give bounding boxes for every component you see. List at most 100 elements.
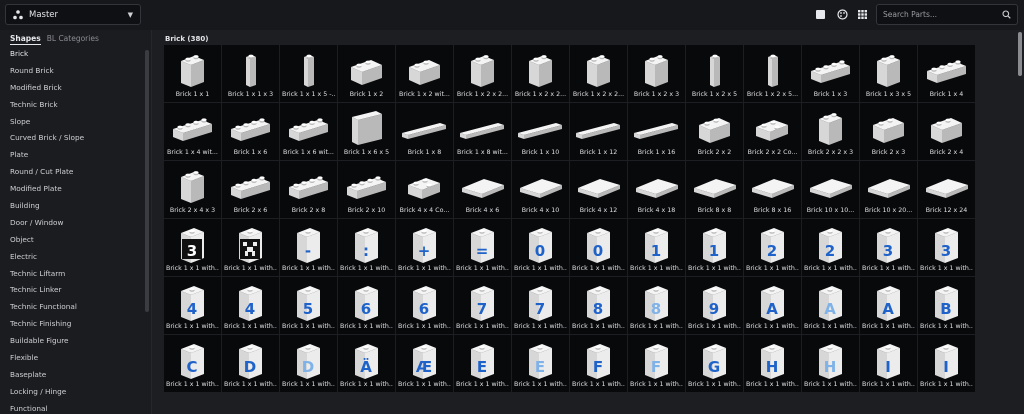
part-tile[interactable]: 7 Brick 1 x 1 with... [512, 277, 569, 334]
sidebar-item-technic-linker[interactable]: Technic Linker [0, 282, 151, 299]
sidebar-item-modified-plate[interactable]: Modified Plate [0, 181, 151, 198]
part-tile[interactable]: Brick 1 x 6 [222, 103, 279, 160]
sidebar-item-baseplate[interactable]: Baseplate [0, 367, 151, 384]
parts-scrollbar[interactable] [1018, 32, 1022, 76]
part-tile[interactable]: H Brick 1 x 1 with... [802, 335, 859, 392]
part-tile[interactable]: 1 Brick 1 x 1 with... [628, 219, 685, 276]
part-tile[interactable]: Ä Brick 1 x 1 with... [338, 335, 395, 392]
sidebar-item-functional[interactable]: Functional [0, 401, 151, 414]
part-tile[interactable]: Brick 1 x 2 x 3 [628, 45, 685, 102]
part-tile[interactable]: Brick 2 x 2 Co... [744, 103, 801, 160]
part-tile[interactable]: - Brick 1 x 1 with... [280, 219, 337, 276]
part-tile[interactable]: 9 Brick 1 x 1 with... [686, 277, 743, 334]
part-tile[interactable]: Brick 1 x 2 x 5 [686, 45, 743, 102]
part-tile[interactable]: Brick 1 x 2 x 2... [570, 45, 627, 102]
part-tile[interactable]: 0 Brick 1 x 1 with... [512, 219, 569, 276]
part-tile[interactable]: Brick 1 x 6 wit... [280, 103, 337, 160]
part-tile[interactable]: 3 Brick 1 x 1 with... [918, 219, 975, 276]
part-tile[interactable]: Æ Brick 1 x 1 with... [396, 335, 453, 392]
part-tile[interactable]: Brick 4 x 10 [512, 161, 569, 218]
part-tile[interactable]: Brick 1 x 2 x 2... [512, 45, 569, 102]
part-tile[interactable]: Brick 1 x 6 x 5 [338, 103, 395, 160]
part-tile[interactable]: Brick 2 x 4 [918, 103, 975, 160]
sidebar-item-object[interactable]: Object [0, 232, 151, 249]
sidebar-item-round-brick[interactable]: Round Brick [0, 63, 151, 80]
part-tile[interactable]: 4 Brick 1 x 1 with... [222, 277, 279, 334]
search-input[interactable] [883, 10, 993, 19]
sidebar-item-technic-functional[interactable]: Technic Functional [0, 299, 151, 316]
part-tile[interactable]: Brick 1 x 3 [802, 45, 859, 102]
part-tile[interactable]: Brick 1 x 16 [628, 103, 685, 160]
part-tile[interactable]: 5 Brick 1 x 1 with... [280, 277, 337, 334]
part-tile[interactable]: E Brick 1 x 1 with... [454, 335, 511, 392]
part-tile[interactable]: A Brick 1 x 1 with... [802, 277, 859, 334]
part-tile[interactable]: Brick 4 x 4 Co... [396, 161, 453, 218]
part-tile[interactable]: C Brick 1 x 1 with... [164, 335, 221, 392]
part-tile[interactable]: 7 Brick 1 x 1 with... [454, 277, 511, 334]
part-tile[interactable]: Brick 2 x 4 x 3 [164, 161, 221, 218]
part-tile[interactable]: 8 Brick 1 x 1 with... [628, 277, 685, 334]
sidebar-item-buildable-figure[interactable]: Buildable Figure [0, 333, 151, 350]
part-tile[interactable]: = Brick 1 x 1 with... [454, 219, 511, 276]
part-tile[interactable]: Brick 1 x 12 [570, 103, 627, 160]
sidebar-item-brick[interactable]: Brick [0, 46, 151, 63]
part-tile[interactable]: D Brick 1 x 1 with... [280, 335, 337, 392]
part-tile[interactable]: Brick 2 x 8 [280, 161, 337, 218]
part-tile[interactable]: Brick 1 x 1 x 5 -... [280, 45, 337, 102]
part-tile[interactable]: 2 Brick 1 x 1 with... [744, 219, 801, 276]
part-tile[interactable]: Brick 1 x 1 x 3 [222, 45, 279, 102]
part-tile[interactable]: I Brick 1 x 1 with... [860, 335, 917, 392]
part-tile[interactable]: A Brick 1 x 1 with... [860, 277, 917, 334]
sidebar-scrollbar[interactable] [145, 50, 149, 312]
part-tile[interactable]: A Brick 1 x 1 with... [744, 277, 801, 334]
sidebar-item-locking-hinge[interactable]: Locking / Hinge [0, 384, 151, 401]
tab-bl-categories[interactable]: BL Categories [47, 30, 99, 43]
sidebar-item-door-window[interactable]: Door / Window [0, 215, 151, 232]
part-tile[interactable]: Brick 4 x 12 [570, 161, 627, 218]
part-tile[interactable]: Brick 10 x 20... [860, 161, 917, 218]
part-tile[interactable]: Brick 1 x 2 x 5... [744, 45, 801, 102]
sidebar-item-plate[interactable]: Plate [0, 147, 151, 164]
part-tile[interactable]: Brick 1 x 2 [338, 45, 395, 102]
part-tile[interactable]: Brick 1 x 4 wit... [164, 103, 221, 160]
part-tile[interactable]: Brick 2 x 6 [222, 161, 279, 218]
part-tile[interactable]: E Brick 1 x 1 with... [512, 335, 569, 392]
part-tile[interactable]: Brick 1 x 1 [164, 45, 221, 102]
search-icon[interactable] [1002, 10, 1011, 19]
part-tile[interactable]: 0 Brick 1 x 1 with... [570, 219, 627, 276]
part-tile[interactable]: Brick 1 x 3 x 5 [860, 45, 917, 102]
part-tile[interactable]: B Brick 1 x 1 with... [918, 277, 975, 334]
part-tile[interactable]: Brick 12 x 24 [918, 161, 975, 218]
sidebar-item-slope[interactable]: Slope [0, 114, 151, 131]
tab-shapes[interactable]: Shapes [10, 30, 41, 45]
part-tile[interactable]: F Brick 1 x 1 with... [628, 335, 685, 392]
sidebar-item-round-cut-plate[interactable]: Round / Cut Plate [0, 164, 151, 181]
part-tile[interactable]: Brick 2 x 3 [860, 103, 917, 160]
part-tile[interactable]: G Brick 1 x 1 with... [686, 335, 743, 392]
sidebar-item-flexible[interactable]: Flexible [0, 350, 151, 367]
sidebar-item-curved-brick-slope[interactable]: Curved Brick / Slope [0, 130, 151, 147]
part-tile[interactable]: D Brick 1 x 1 with... [222, 335, 279, 392]
sidebar-item-technic-finishing[interactable]: Technic Finishing [0, 316, 151, 333]
palette-icon[interactable] [837, 9, 848, 20]
part-tile[interactable]: 6 Brick 1 x 1 with... [396, 277, 453, 334]
sidebar-item-technic-brick[interactable]: Technic Brick [0, 97, 151, 114]
part-tile[interactable]: H Brick 1 x 1 with... [744, 335, 801, 392]
single-view-icon[interactable] [815, 9, 826, 20]
part-tile[interactable]: Brick 1 x 2 wit... [396, 45, 453, 102]
part-tile[interactable]: + Brick 1 x 1 with... [396, 219, 453, 276]
sidebar-item-electric[interactable]: Electric [0, 249, 151, 266]
part-tile[interactable]: Brick 1 x 2 x 2... [454, 45, 511, 102]
part-tile[interactable]: Brick 1 x 10 [512, 103, 569, 160]
part-tile[interactable]: 6 Brick 1 x 1 with... [338, 277, 395, 334]
part-tile[interactable]: Brick 2 x 10 [338, 161, 395, 218]
part-tile[interactable]: Brick 8 x 8 [686, 161, 743, 218]
part-tile[interactable]: 3 Brick 1 x 1 with... [860, 219, 917, 276]
part-tile[interactable]: Brick 1 x 4 [918, 45, 975, 102]
part-tile[interactable]: 4 Brick 1 x 1 with... [164, 277, 221, 334]
master-selector[interactable]: Master ▼ [5, 4, 141, 25]
part-tile[interactable]: Brick 2 x 2 x 3 [802, 103, 859, 160]
part-tile[interactable]: 2 Brick 1 x 1 with... [802, 219, 859, 276]
part-tile[interactable]: 8 Brick 1 x 1 with... [570, 277, 627, 334]
part-tile[interactable]: 3 Brick 1 x 1 with... [164, 219, 221, 276]
